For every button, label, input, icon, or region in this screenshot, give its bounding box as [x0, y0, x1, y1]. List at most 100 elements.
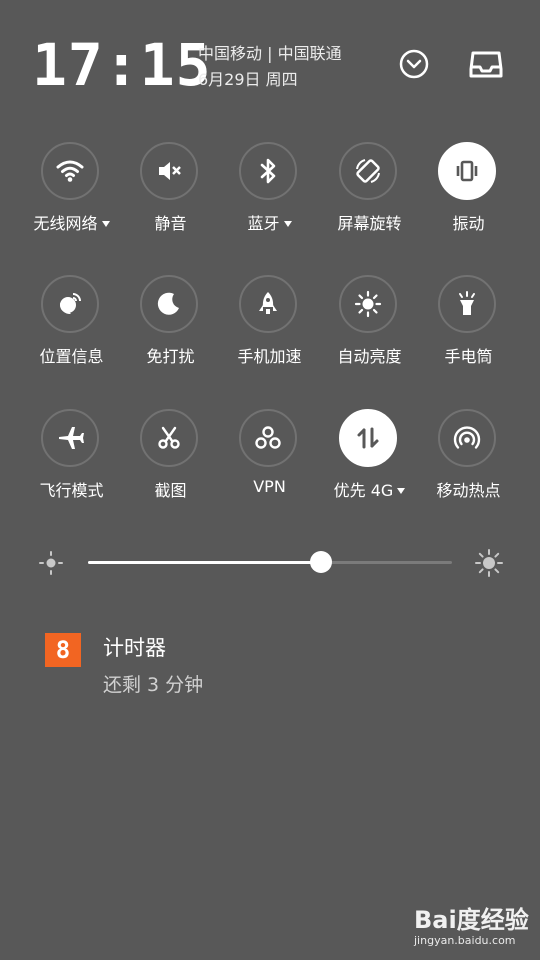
brightness-slider[interactable]: [88, 551, 452, 573]
quick-setting-label: 手电筒: [419, 343, 518, 367]
watermark-logo-text: Bai度经验: [414, 906, 529, 934]
notification-tray-icon: [469, 51, 503, 78]
timer-app-icon-text: 8: [55, 636, 71, 664]
quick-setting-wifi[interactable]: 无线网络: [22, 142, 121, 252]
quick-setting-toggle[interactable]: [339, 275, 397, 333]
dropdown-caret-icon[interactable]: [397, 488, 406, 494]
status-header: 17:15 中国移动 | 中国联通 6月29日 周四: [0, 0, 540, 120]
bluetooth-icon: [260, 158, 276, 184]
quick-setting-toggle[interactable]: [41, 409, 99, 467]
quick-setting-label: VPN: [220, 477, 319, 496]
quick-setting-label-text: 无线网络: [33, 214, 98, 233]
brightness-control: [0, 540, 540, 586]
brightness-low-icon: [39, 551, 63, 575]
date-text: 6月29日 周四: [198, 70, 298, 89]
quick-setting-label: 免打扰: [121, 343, 220, 367]
quick-setting-label-text: 飞行模式: [39, 481, 104, 500]
quick-setting-toggle[interactable]: [140, 275, 198, 333]
quick-setting-toggle[interactable]: [438, 275, 496, 333]
quick-setting-moon[interactable]: 免打扰: [121, 275, 220, 385]
vpn-icon: [255, 426, 281, 449]
moon-icon: [157, 292, 179, 315]
quick-setting-label-text: 移动热点: [436, 481, 501, 500]
scissors-icon: [158, 426, 180, 449]
quick-setting-vibrate[interactable]: 振动: [419, 142, 518, 252]
quick-setting-toggle[interactable]: [339, 409, 397, 467]
quick-setting-label: 振动: [419, 210, 518, 234]
notification-subtitle: 还剩 3 分钟: [103, 674, 204, 696]
quick-setting-toggle[interactable]: [438, 142, 496, 200]
quick-setting-label-text: 自动亮度: [337, 347, 402, 366]
screen-rotate-icon: [356, 159, 380, 183]
wifi-icon: [56, 160, 84, 182]
quick-setting-auto-brightness[interactable]: 自动亮度: [320, 275, 419, 385]
location-icon: [59, 293, 81, 315]
quick-setting-label-text: 振动: [452, 214, 485, 233]
quick-setting-bluetooth[interactable]: 蓝牙: [220, 142, 319, 252]
quick-setting-toggle[interactable]: [239, 275, 297, 333]
quick-setting-label: 移动热点: [419, 477, 518, 501]
quick-setting-toggle[interactable]: [438, 409, 496, 467]
quick-setting-label-text: 截图: [154, 481, 187, 500]
watermark-url: jingyan.baidu.com: [414, 934, 516, 947]
quick-setting-label: 位置信息: [22, 343, 121, 367]
mute-icon: [159, 162, 181, 180]
vibrate-icon: [456, 160, 478, 182]
quick-setting-flashlight[interactable]: 手电筒: [419, 275, 518, 385]
quick-setting-label-text: 位置信息: [39, 347, 104, 366]
quick-setting-toggle[interactable]: [339, 142, 397, 200]
quick-setting-label: 飞行模式: [22, 477, 121, 501]
quick-setting-toggle[interactable]: [239, 409, 297, 467]
quick-setting-screen-rotate[interactable]: 屏幕旋转: [320, 142, 419, 252]
quick-setting-label: 优先 4G: [320, 477, 419, 501]
notification-tray-button[interactable]: [464, 42, 508, 86]
quick-setting-label: 自动亮度: [320, 343, 419, 367]
quick-setting-vpn[interactable]: VPN: [220, 409, 319, 519]
quick-setting-toggle[interactable]: [140, 409, 198, 467]
quick-setting-toggle[interactable]: [239, 142, 297, 200]
quick-setting-label: 静音: [121, 210, 220, 234]
quick-setting-label: 屏幕旋转: [320, 210, 419, 234]
quick-setting-label: 无线网络: [22, 210, 121, 234]
brightness-high-icon: [475, 549, 503, 577]
quick-setting-toggle[interactable]: [41, 275, 99, 333]
quick-setting-label-text: 免打扰: [146, 347, 195, 366]
brightness-fill: [88, 561, 321, 564]
quick-setting-toggle[interactable]: [140, 142, 198, 200]
auto-brightness-icon: [354, 290, 382, 318]
quick-setting-label-text: 手电筒: [444, 347, 493, 366]
quick-setting-label: 蓝牙: [220, 210, 319, 234]
timer-app-icon: 8: [45, 633, 81, 667]
quick-setting-scissors[interactable]: 截图: [121, 409, 220, 519]
quick-setting-rocket[interactable]: 手机加速: [220, 275, 319, 385]
baidu-watermark: Bai度经验 jingyan.baidu.com: [414, 900, 534, 950]
quick-setting-toggle[interactable]: [41, 142, 99, 200]
quick-setting-label-text: VPN: [253, 477, 286, 496]
airplane-icon: [59, 427, 84, 449]
clock: 17:15: [32, 31, 212, 99]
dropdown-caret-icon[interactable]: [283, 221, 292, 227]
notification-title: 计时器: [103, 636, 166, 660]
quick-setting-label-text: 蓝牙: [247, 214, 280, 233]
expand-button[interactable]: [392, 42, 436, 86]
carrier-text: 中国移动 | 中国联通: [198, 44, 342, 63]
quick-setting-data-transfer[interactable]: 优先 4G: [320, 409, 419, 519]
quick-setting-label: 手机加速: [220, 343, 319, 367]
dropdown-caret-icon[interactable]: [101, 221, 110, 227]
quick-setting-label-text: 优先 4G: [333, 481, 394, 500]
quick-setting-label-text: 屏幕旋转: [337, 214, 402, 233]
quick-setting-location[interactable]: 位置信息: [22, 275, 121, 385]
quick-setting-label-text: 手机加速: [237, 347, 302, 366]
data-transfer-icon: [357, 427, 379, 449]
chevron-down-circle-icon: [399, 49, 429, 79]
quick-setting-label-text: 静音: [154, 214, 187, 233]
hotspot-icon: [453, 426, 481, 449]
rocket-icon: [259, 292, 277, 314]
quick-setting-mute[interactable]: 静音: [121, 142, 220, 252]
quick-setting-hotspot[interactable]: 移动热点: [419, 409, 518, 519]
quick-setting-airplane[interactable]: 飞行模式: [22, 409, 121, 519]
flashlight-icon: [459, 291, 475, 315]
quick-setting-label: 截图: [121, 477, 220, 501]
timer-notification[interactable]: 8 计时器 还剩 3 分钟: [0, 620, 540, 710]
brightness-thumb[interactable]: [309, 551, 332, 573]
